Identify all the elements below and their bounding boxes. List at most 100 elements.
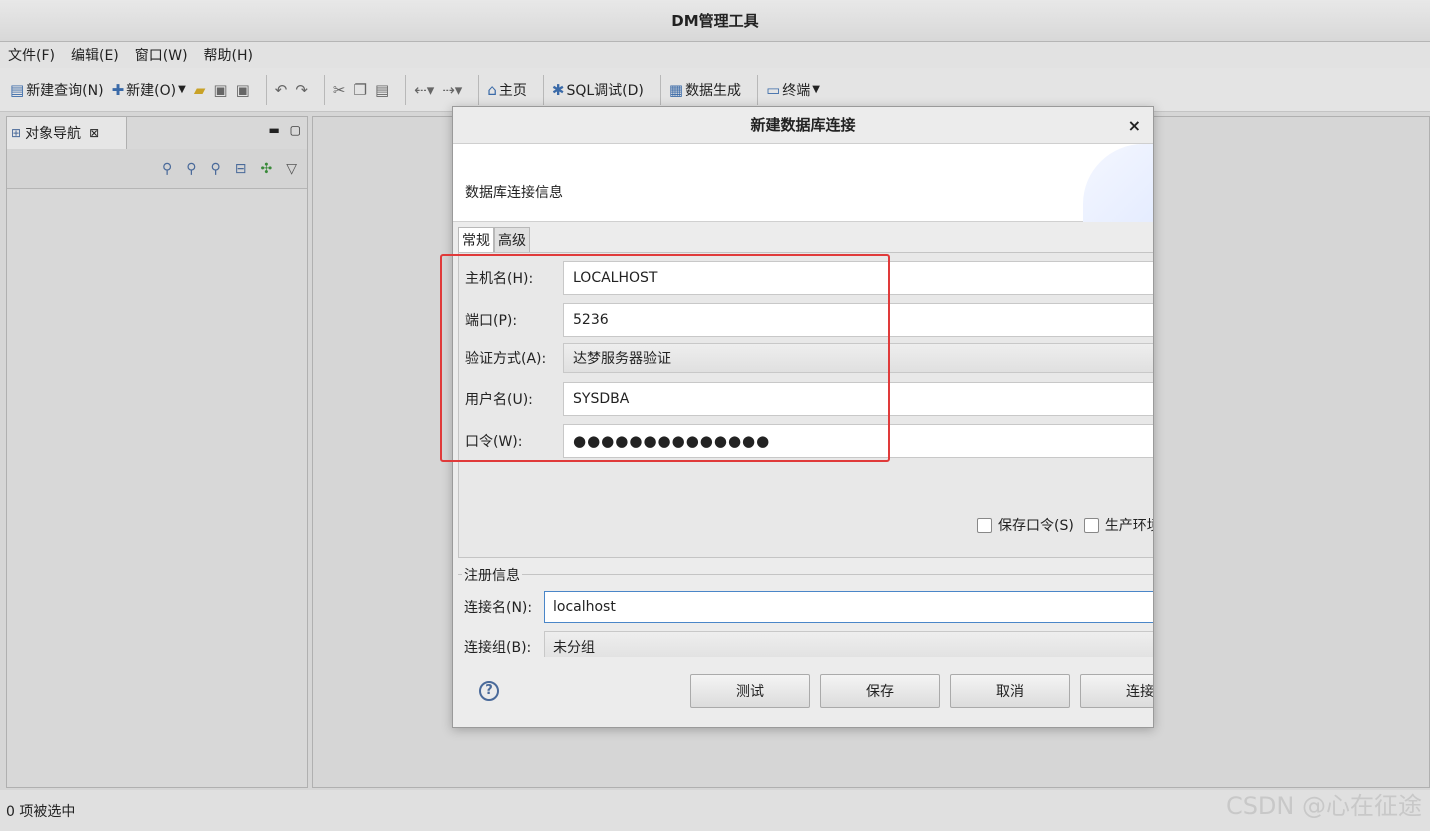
- watermark: CSDN @心在征途: [1225, 792, 1422, 820]
- connect-icon[interactable]: ⚲: [162, 161, 172, 177]
- connect-button[interactable]: 连接: [1080, 674, 1153, 708]
- toolbar-separator: [265, 74, 267, 105]
- sql-debug-button[interactable]: ✱ SQL调试(D): [552, 80, 644, 100]
- conn-name-input[interactable]: localhost: [544, 591, 1153, 623]
- auth-row: 验证方式(A): 达梦服务器验证: [465, 343, 1153, 373]
- object-navigator-panel: ⊞ 对象导航 ⊠ ▬ ▢ ⚲ ⚲ ⚲ ⊟ ✣ ▽: [6, 116, 308, 788]
- port-label: 端口(P):: [465, 313, 518, 329]
- collapse-icon[interactable]: ⊟: [235, 161, 247, 177]
- new-label: 新建(O): [126, 82, 177, 99]
- host-label: 主机名(H):: [465, 271, 534, 287]
- banner-decoration: [1083, 144, 1153, 222]
- disconnect-icon[interactable]: ⚲: [186, 161, 196, 177]
- password-label: 口令(W):: [465, 434, 523, 450]
- status-bar: 0 项被选中: [0, 790, 1430, 831]
- navigator-toolbar: ⚲ ⚲ ⚲ ⊟ ✣ ▽: [7, 149, 307, 189]
- password-row: 口令(W): ●●●●●●●●●●●●●●: [465, 424, 1153, 458]
- save-button[interactable]: 保存: [820, 674, 940, 708]
- tree-icon: ⊞: [11, 126, 22, 140]
- dialog-title-bar: 新建数据库连接 ×: [453, 107, 1153, 144]
- test-button[interactable]: 测试: [690, 674, 810, 708]
- new-query-label: 新建查询(N): [26, 82, 104, 99]
- help-icon[interactable]: ?: [479, 681, 499, 701]
- maximize-icon[interactable]: ▢: [290, 123, 301, 137]
- view-menu-icon[interactable]: ▽: [286, 161, 297, 177]
- expand-icon[interactable]: ✣: [260, 161, 272, 177]
- menu-edit[interactable]: 编辑(E): [71, 45, 119, 65]
- data-gen-label: 数据生成: [685, 82, 742, 99]
- user-row: 用户名(U): SYSDBA: [465, 382, 1153, 416]
- forward-icon[interactable]: ⇢▾: [442, 81, 462, 99]
- dialog-button-bar: ? 测试 保存 取消 连接: [453, 657, 1153, 727]
- register-info-title: 注册信息: [462, 565, 522, 585]
- general-tab-panel: 主机名(H): LOCALHOST 端口(P): 5236 验证方式(A): 达…: [458, 252, 1153, 558]
- redo-icon[interactable]: ↷: [295, 81, 308, 99]
- password-input[interactable]: ●●●●●●●●●●●●●●: [563, 424, 1153, 458]
- close-icon[interactable]: ×: [1128, 107, 1141, 144]
- search-icon[interactable]: ⚲: [210, 161, 220, 177]
- paste-icon[interactable]: ▤: [375, 81, 389, 99]
- chevron-down-icon: ▼: [812, 84, 820, 95]
- save-password-label: 保存口令(S): [998, 518, 1074, 534]
- back-icon[interactable]: ⇠▾: [414, 81, 434, 99]
- tab-object-navigator[interactable]: ⊞ 对象导航 ⊠: [7, 117, 127, 149]
- close-icon[interactable]: ⊠: [89, 126, 99, 140]
- dialog-title: 新建数据库连接: [750, 116, 856, 134]
- home-button[interactable]: ⌂ 主页: [487, 80, 527, 100]
- toolbar-separator: [659, 74, 661, 105]
- panel-controls: ▬ ▢: [268, 123, 301, 137]
- host-row: 主机名(H): LOCALHOST: [465, 261, 1153, 295]
- cut-icon[interactable]: ✂: [333, 81, 346, 99]
- user-label: 用户名(U):: [465, 392, 533, 408]
- conn-group-label: 连接组(B):: [464, 640, 532, 656]
- production-env-label: 生产环境: [1104, 518, 1153, 534]
- new-query-icon: ▤: [10, 80, 25, 99]
- save-all-icon[interactable]: ▣: [236, 81, 250, 99]
- data-gen-button[interactable]: ▦ 数据生成: [669, 80, 741, 100]
- grid-icon: ▦: [668, 80, 684, 99]
- toolbar-separator: [405, 74, 407, 105]
- banner-text: 数据库连接信息: [465, 185, 563, 201]
- username-input[interactable]: SYSDBA: [563, 382, 1153, 416]
- home-label: 主页: [498, 82, 527, 99]
- open-folder-icon[interactable]: ▰: [194, 81, 206, 99]
- chevron-down-icon: ▼: [178, 84, 186, 95]
- new-query-button[interactable]: ▤ 新建查询(N): [10, 80, 104, 100]
- window-title: DM管理工具: [0, 0, 1430, 42]
- auth-label: 验证方式(A):: [465, 351, 547, 367]
- dialog-banner: 数据库连接信息: [453, 144, 1153, 222]
- save-password-checkbox[interactable]: [977, 517, 992, 533]
- terminal-icon: ▭: [766, 80, 781, 99]
- menu-help[interactable]: 帮助(H): [204, 45, 253, 65]
- plus-icon: ✚: [111, 80, 125, 99]
- new-connection-dialog: 新建数据库连接 × 数据库连接信息 常规 高级 主机名(H): LOCALHOS…: [452, 106, 1154, 728]
- save-icon[interactable]: ▣: [213, 81, 227, 99]
- cancel-button[interactable]: 取消: [950, 674, 1070, 708]
- toolbar-separator: [542, 74, 544, 105]
- new-button[interactable]: ✚ 新建(O) ▼: [112, 80, 186, 100]
- menubar: 文件(F) 编辑(E) 窗口(W) 帮助(H): [0, 42, 1430, 68]
- host-input[interactable]: LOCALHOST: [563, 261, 1153, 295]
- minimize-icon[interactable]: ▬: [268, 123, 279, 137]
- conn-name-row: 连接名(N): localhost: [464, 591, 1153, 623]
- register-info-group: 注册信息 连接名(N): localhost 连接组(B): 未分组: [458, 565, 1153, 663]
- options-row: 保存口令(S) 生产环境: [977, 515, 1153, 535]
- sql-debug-label: SQL调试(D): [566, 82, 644, 99]
- dialog-tabs: 常规 高级: [458, 227, 530, 252]
- port-row: 端口(P): 5236: [465, 303, 1153, 337]
- copy-icon[interactable]: ❐: [353, 81, 366, 99]
- toolbar-separator: [478, 74, 480, 105]
- conn-name-label: 连接名(N):: [464, 600, 533, 616]
- tab-general[interactable]: 常规: [458, 227, 494, 252]
- port-input[interactable]: 5236: [563, 303, 1153, 337]
- production-env-checkbox[interactable]: [1083, 517, 1099, 533]
- auth-select[interactable]: 达梦服务器验证: [563, 343, 1153, 373]
- terminal-label: 终端: [782, 82, 811, 99]
- menu-file[interactable]: 文件(F): [8, 45, 55, 65]
- tab-advanced[interactable]: 高级: [494, 227, 530, 252]
- terminal-button[interactable]: ▭ 终端 ▼: [766, 80, 820, 100]
- menu-window[interactable]: 窗口(W): [135, 45, 188, 65]
- undo-icon[interactable]: ↶: [275, 81, 288, 99]
- toolbar-separator: [757, 74, 759, 105]
- nav-tab-label: 对象导航: [25, 126, 82, 142]
